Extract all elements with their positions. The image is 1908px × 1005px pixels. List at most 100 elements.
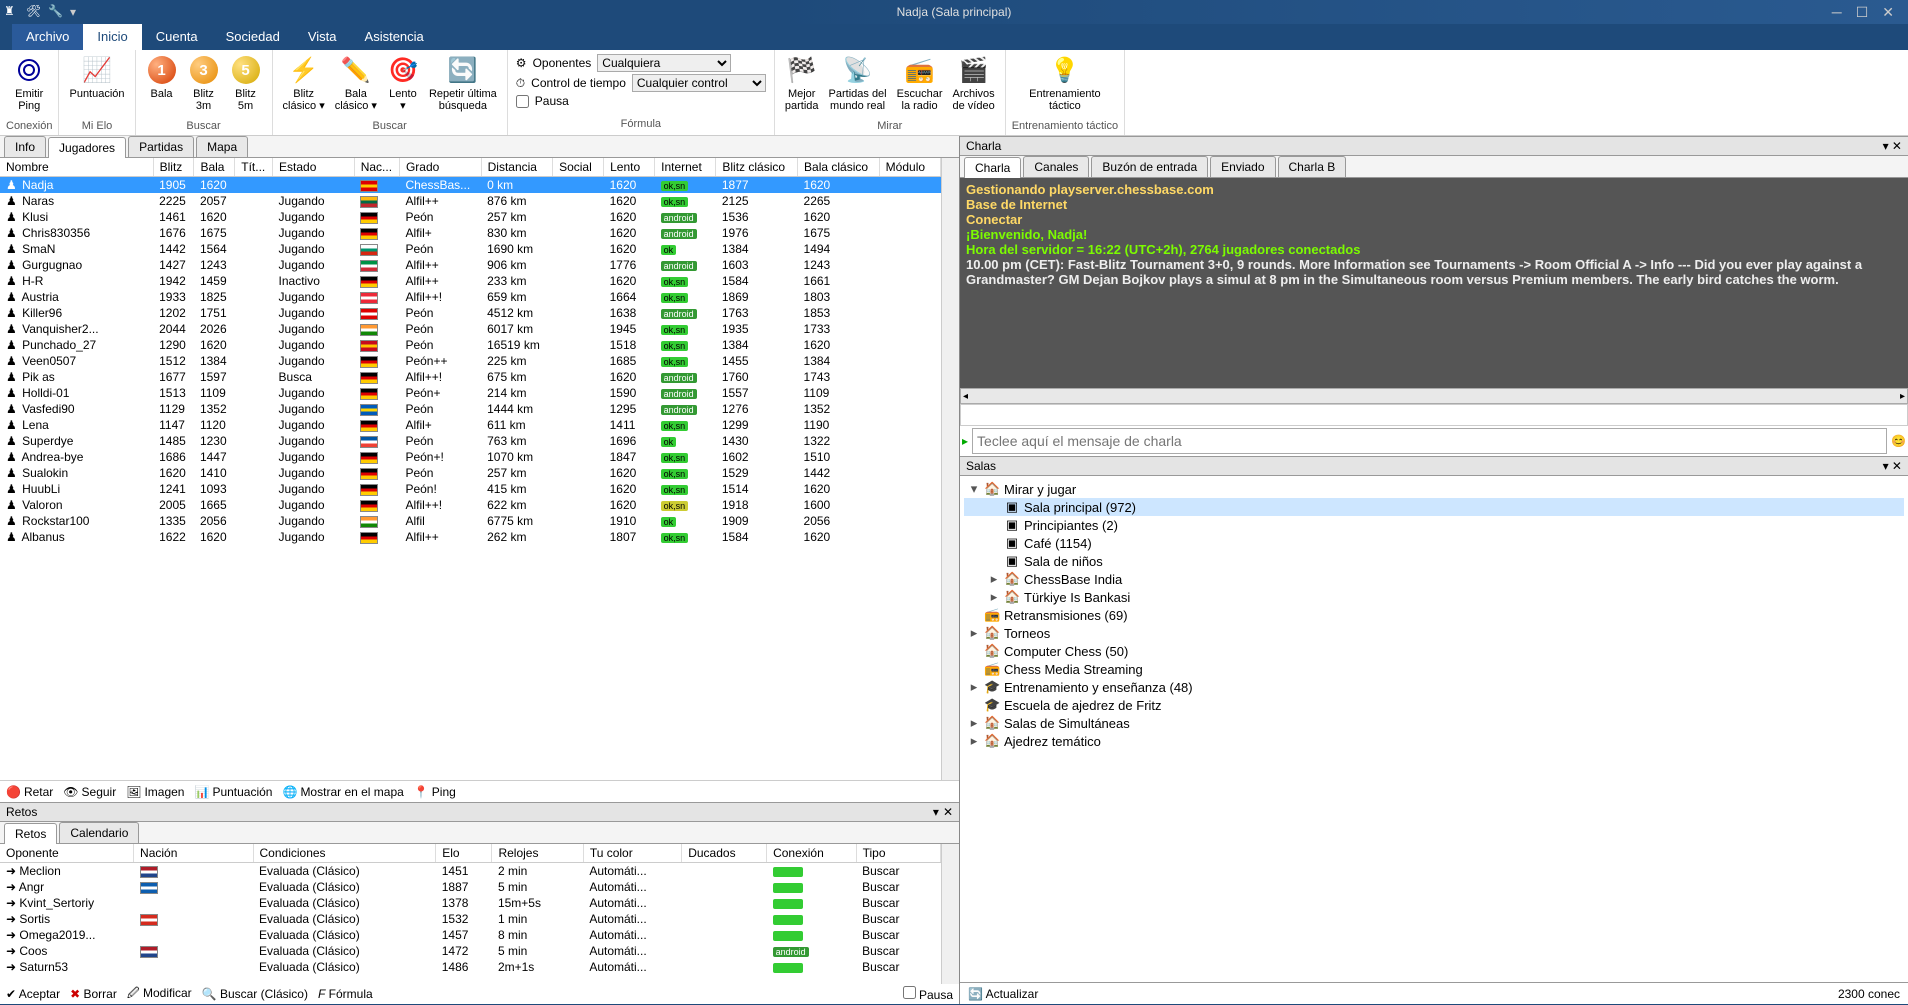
room-node[interactable]: ▣Sala principal (972) bbox=[964, 498, 1904, 516]
player-row[interactable]: ♟ Vasfedi9011291352JugandoPeón1444 km129… bbox=[0, 401, 941, 417]
reto-row[interactable]: ➜ SortisEvaluada (Clásico)15321 minAutom… bbox=[0, 911, 941, 927]
menu-cuenta[interactable]: Cuenta bbox=[142, 24, 212, 50]
col-header[interactable]: Relojes bbox=[492, 844, 583, 863]
room-node[interactable]: ▸🏠ChessBase India bbox=[964, 570, 1904, 588]
player-row[interactable]: ♟ Nadja19051620ChessBas...0 km1620ok,sn1… bbox=[0, 177, 941, 194]
qat-icon-3[interactable]: 🔧 bbox=[48, 4, 64, 20]
retos-scrollbar[interactable] bbox=[941, 844, 959, 984]
col-header[interactable]: Oponente bbox=[0, 844, 134, 863]
room-node[interactable]: ▣Sala de niños bbox=[964, 552, 1904, 570]
players-table[interactable]: NombreBlitzBalaTít...EstadoNac...GradoDi… bbox=[0, 158, 941, 780]
col-header[interactable]: Internet bbox=[655, 158, 716, 177]
col-header[interactable]: Condiciones bbox=[253, 844, 436, 863]
player-row[interactable]: ♟ Punchado_2712901620JugandoPeón16519 km… bbox=[0, 337, 941, 353]
player-row[interactable]: ♟ Lena11471120JugandoAlfil+611 km1411ok,… bbox=[0, 417, 941, 433]
tab-info[interactable]: Info bbox=[4, 136, 46, 157]
retos-aceptar[interactable]: ✔ Aceptar bbox=[6, 987, 60, 1001]
col-header[interactable]: Tít... bbox=[235, 158, 273, 177]
col-header[interactable]: Ducados bbox=[682, 844, 767, 863]
player-row[interactable]: ♟ Sualokin16201410JugandoPeón257 km1620o… bbox=[0, 465, 941, 481]
col-header[interactable]: Bala clásico bbox=[798, 158, 880, 177]
menu-asistencia[interactable]: Asistencia bbox=[351, 24, 438, 50]
col-header[interactable]: Lento bbox=[604, 158, 655, 177]
col-header[interactable]: Tu color bbox=[583, 844, 681, 863]
player-row[interactable]: ♟ Valoron20051665JugandoAlfil++!622 km16… bbox=[0, 497, 941, 513]
player-row[interactable]: ♟ Rockstar10013352056JugandoAlfil6775 km… bbox=[0, 513, 941, 529]
col-header[interactable]: Social bbox=[553, 158, 604, 177]
ribbon-partidas-mundo[interactable]: 📡Partidas del mundo real bbox=[825, 52, 891, 114]
ribbon-mejor-partida[interactable]: 🏁Mejor partida bbox=[781, 52, 823, 114]
close-button[interactable]: ✕ bbox=[1882, 4, 1894, 21]
reto-row[interactable]: ➜ Saturn53Evaluada (Clásico)14862m+1sAut… bbox=[0, 959, 941, 975]
rooms-tree[interactable]: ▾🏠Mirar y jugar▣Sala principal (972)▣Pri… bbox=[960, 476, 1908, 982]
reto-row[interactable]: ➜ Omega2019...Evaluada (Clásico)14578 mi… bbox=[0, 927, 941, 943]
chat-tab-charla[interactable]: Charla bbox=[964, 157, 1021, 178]
chat-tab-enviado[interactable]: Enviado bbox=[1210, 156, 1275, 177]
select-control[interactable]: Cualquier control bbox=[632, 74, 766, 92]
retos-borrar[interactable]: ✖ Borrar bbox=[70, 987, 117, 1001]
reto-row[interactable]: ➜ AngrEvaluada (Clásico)18875 minAutomát… bbox=[0, 879, 941, 895]
retos-buscar[interactable]: 🔍 Buscar (Clásico) bbox=[202, 987, 308, 1001]
chat-emoji-icon[interactable]: 😊 bbox=[1891, 434, 1906, 448]
room-node[interactable]: 🏠Computer Chess (50) bbox=[964, 642, 1904, 660]
status-actualizar[interactable]: 🔄 Actualizar bbox=[968, 987, 1038, 1001]
col-header[interactable]: Grado bbox=[399, 158, 481, 177]
chat-tab-buzon[interactable]: Buzón de entrada bbox=[1091, 156, 1208, 177]
col-header[interactable]: Tipo bbox=[856, 844, 940, 863]
room-node[interactable]: ▸🏠Türkiye Is Bankasi bbox=[964, 588, 1904, 606]
action-puntuacion[interactable]: 📊 Puntuación bbox=[194, 785, 272, 799]
qat-icon-2[interactable]: 🛠 bbox=[26, 4, 42, 20]
col-header[interactable]: Nac... bbox=[354, 158, 399, 177]
scroll-left-icon[interactable]: ◂ bbox=[963, 391, 968, 402]
col-header[interactable]: Elo bbox=[436, 844, 492, 863]
room-node[interactable]: ▸🏠Torneos bbox=[964, 624, 1904, 642]
retos-table[interactable]: OponenteNaciónCondicionesEloRelojesTu co… bbox=[0, 844, 941, 984]
minimize-button[interactable]: ─ bbox=[1832, 4, 1842, 21]
ribbon-archivos-video[interactable]: 🎬Archivos de vídeo bbox=[948, 52, 998, 114]
room-node[interactable]: 🎓Escuela de ajedrez de Fritz bbox=[964, 696, 1904, 714]
room-node[interactable]: ▾🏠Mirar y jugar bbox=[964, 480, 1904, 498]
players-scrollbar[interactable] bbox=[941, 158, 959, 780]
room-node[interactable]: 📻Retransmisiones (69) bbox=[964, 606, 1904, 624]
ribbon-blitz-clasico[interactable]: ⚡Blitz clásico ▾ bbox=[279, 52, 329, 114]
menu-sociedad[interactable]: Sociedad bbox=[212, 24, 294, 50]
tab-mapa[interactable]: Mapa bbox=[196, 136, 248, 157]
col-header[interactable]: Conexión bbox=[767, 844, 857, 863]
col-header[interactable]: Nombre bbox=[0, 158, 153, 177]
action-seguir[interactable]: 👁 Seguir bbox=[63, 785, 116, 799]
player-row[interactable]: ♟ Austria19331825JugandoAlfil++!659 km16… bbox=[0, 289, 941, 305]
reto-row[interactable]: ➜ CoosEvaluada (Clásico)14725 minAutomát… bbox=[0, 943, 941, 959]
room-node[interactable]: ▸🏠Ajedrez temático bbox=[964, 732, 1904, 750]
ribbon-entrenamiento[interactable]: 💡Entrenamiento táctico bbox=[1025, 52, 1105, 114]
col-header[interactable]: Blitz bbox=[153, 158, 194, 177]
chat-tab-canales[interactable]: Canales bbox=[1023, 156, 1089, 177]
ribbon-escuchar-radio[interactable]: 📻Escuchar la radio bbox=[893, 52, 947, 114]
col-header[interactable]: Módulo bbox=[879, 158, 940, 177]
tab-retos[interactable]: Retos bbox=[4, 823, 57, 844]
ribbon-blitz3[interactable]: 3Blitz 3m bbox=[184, 52, 224, 114]
retos-caret-icon[interactable]: ▾ bbox=[933, 805, 939, 819]
rooms-caret-icon[interactable]: ▾ ✕ bbox=[1883, 459, 1902, 473]
qat-icon-1[interactable]: ♜ bbox=[4, 4, 20, 20]
room-node[interactable]: ▸🏠Salas de Simultáneas bbox=[964, 714, 1904, 732]
player-row[interactable]: ♟ Naras22252057JugandoAlfil++876 km1620o… bbox=[0, 193, 941, 209]
player-row[interactable]: ♟ Killer9612021751JugandoPeón4512 km1638… bbox=[0, 305, 941, 321]
menu-vista[interactable]: Vista bbox=[294, 24, 351, 50]
menu-archivo[interactable]: Archivo bbox=[12, 24, 83, 50]
reto-row[interactable]: ➜ Kvint_SertoriyEvaluada (Clásico)137815… bbox=[0, 895, 941, 911]
tab-calendario[interactable]: Calendario bbox=[59, 822, 139, 843]
chat-caret-icon[interactable]: ▾ ✕ bbox=[1883, 139, 1902, 153]
room-node[interactable]: ▸🎓Entrenamiento y enseñanza (48) bbox=[964, 678, 1904, 696]
select-oponentes[interactable]: Cualquiera bbox=[597, 54, 731, 72]
player-row[interactable]: ♟ Andrea-bye16861447JugandoPeón+!1070 km… bbox=[0, 449, 941, 465]
retos-pausa-checkbox[interactable] bbox=[903, 986, 916, 999]
col-header[interactable]: Distancia bbox=[481, 158, 552, 177]
retos-close-icon[interactable]: ✕ bbox=[943, 805, 953, 819]
player-row[interactable]: ♟ HuubLi12411093JugandoPeón!415 km1620ok… bbox=[0, 481, 941, 497]
action-retar[interactable]: 🔴 Retar bbox=[6, 785, 53, 799]
ribbon-bala[interactable]: 1Bala bbox=[142, 52, 182, 102]
player-row[interactable]: ♟ H-R19421459InactivoAlfil++233 km1620ok… bbox=[0, 273, 941, 289]
col-header[interactable]: Bala bbox=[194, 158, 235, 177]
ribbon-puntuacion[interactable]: 📈Puntuación bbox=[65, 52, 128, 102]
menu-inicio[interactable]: Inicio bbox=[83, 24, 141, 50]
